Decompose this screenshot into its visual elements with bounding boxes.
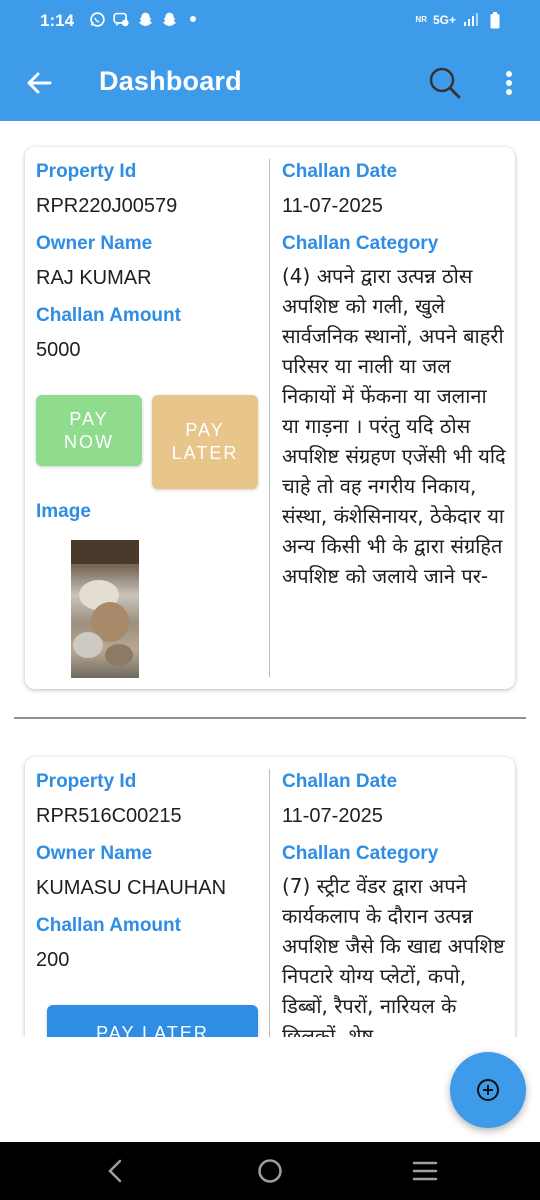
snapchat-icon: [160, 10, 178, 28]
card-right-column: Challan Date 11-07-2025 Challan Category…: [282, 767, 507, 1037]
snapchat-icon: [136, 10, 154, 28]
challan-category-label: Challan Category: [282, 843, 439, 864]
system-nav-bar: [0, 1142, 540, 1200]
challan-card: Property Id RPR516C00215 Owner Name KUMA…: [25, 757, 515, 1037]
more-options-button[interactable]: [494, 66, 524, 100]
card-left-column: Property Id RPR516C00215 Owner Name KUMA…: [36, 767, 261, 983]
more-vert-icon: [506, 71, 512, 95]
status-time: 1:14: [40, 11, 75, 30]
challan-category-label: Challan Category: [282, 233, 439, 254]
challan-date-value: 11-07-2025: [282, 195, 383, 217]
nav-home-button[interactable]: [253, 1156, 287, 1186]
owner-name-label: Owner Name: [36, 843, 153, 864]
nav-recents-button[interactable]: [408, 1156, 442, 1186]
network-label: 5G+: [432, 13, 456, 27]
nav-home-icon: [258, 1159, 282, 1183]
search-button[interactable]: [426, 64, 464, 102]
challan-category-text: (4) अपने द्वारा उत्पन्न ठोस अपशिष्ट को ग…: [282, 264, 506, 588]
challan-amount-value: 5000: [36, 339, 81, 361]
owner-name-value: RAJ KUMAR: [36, 267, 152, 289]
pay-later-button[interactable]: PAY LATER: [47, 1005, 258, 1037]
property-id-value: RPR220J00579: [36, 195, 178, 217]
search-icon: [429, 67, 461, 99]
challan-image-thumbnail[interactable]: [71, 540, 139, 678]
card-divider: [269, 769, 270, 1037]
nav-back-icon: [108, 1159, 122, 1183]
network-sub-label: NR: [415, 15, 427, 24]
card-left-column: Property Id RPR220J00579 Owner Name RAJ …: [36, 157, 261, 373]
image-label: Image: [36, 501, 91, 522]
pay-later-button[interactable]: PAY LATER: [152, 395, 258, 489]
arrow-left-icon: [27, 72, 52, 94]
dot-icon: [184, 10, 202, 28]
owner-name-label: Owner Name: [36, 233, 153, 254]
challan-date-label: Challan Date: [282, 161, 398, 182]
chat-icon: [112, 10, 130, 28]
battery-icon: [486, 11, 504, 29]
app-bar: Dashboard: [0, 44, 540, 121]
signal-icon: [462, 11, 480, 29]
owner-name-value: KUMASU CHAUHAN: [36, 877, 227, 899]
page-title: Dashboard: [99, 66, 242, 96]
challan-amount-value: 200: [36, 949, 70, 971]
property-id-label: Property Id: [36, 771, 137, 792]
whatsapp-icon: [88, 10, 106, 28]
card-divider: [269, 159, 270, 677]
challan-date-label: Challan Date: [282, 771, 398, 792]
status-right: NR 5G+: [415, 11, 504, 29]
add-circle-icon: [477, 1079, 499, 1101]
challan-list[interactable]: Property Id RPR220J00579 Owner Name RAJ …: [0, 121, 540, 1037]
challan-card: Property Id RPR220J00579 Owner Name RAJ …: [25, 147, 515, 689]
property-id-value: RPR516C00215: [36, 805, 182, 827]
back-button[interactable]: [22, 66, 56, 100]
challan-category-text: (7) स्ट्रीट वेंडर द्वारा अपने कार्यकलाप …: [282, 874, 505, 1037]
card-right-column: Challan Date 11-07-2025 Challan Category…: [282, 157, 507, 591]
status-bar: 1:14 NR 5G+: [0, 0, 540, 44]
nav-recents-icon: [412, 1161, 438, 1181]
property-id-label: Property Id: [36, 161, 137, 182]
card-separator: [14, 717, 526, 719]
notification-icons: [88, 10, 202, 28]
pay-now-button[interactable]: PAY NOW: [36, 395, 142, 466]
challan-date-value: 11-07-2025: [282, 805, 383, 827]
nav-back-button[interactable]: [98, 1156, 132, 1186]
challan-amount-label: Challan Amount: [36, 305, 181, 326]
challan-amount-label: Challan Amount: [36, 915, 181, 936]
add-fab-button[interactable]: [450, 1052, 526, 1128]
